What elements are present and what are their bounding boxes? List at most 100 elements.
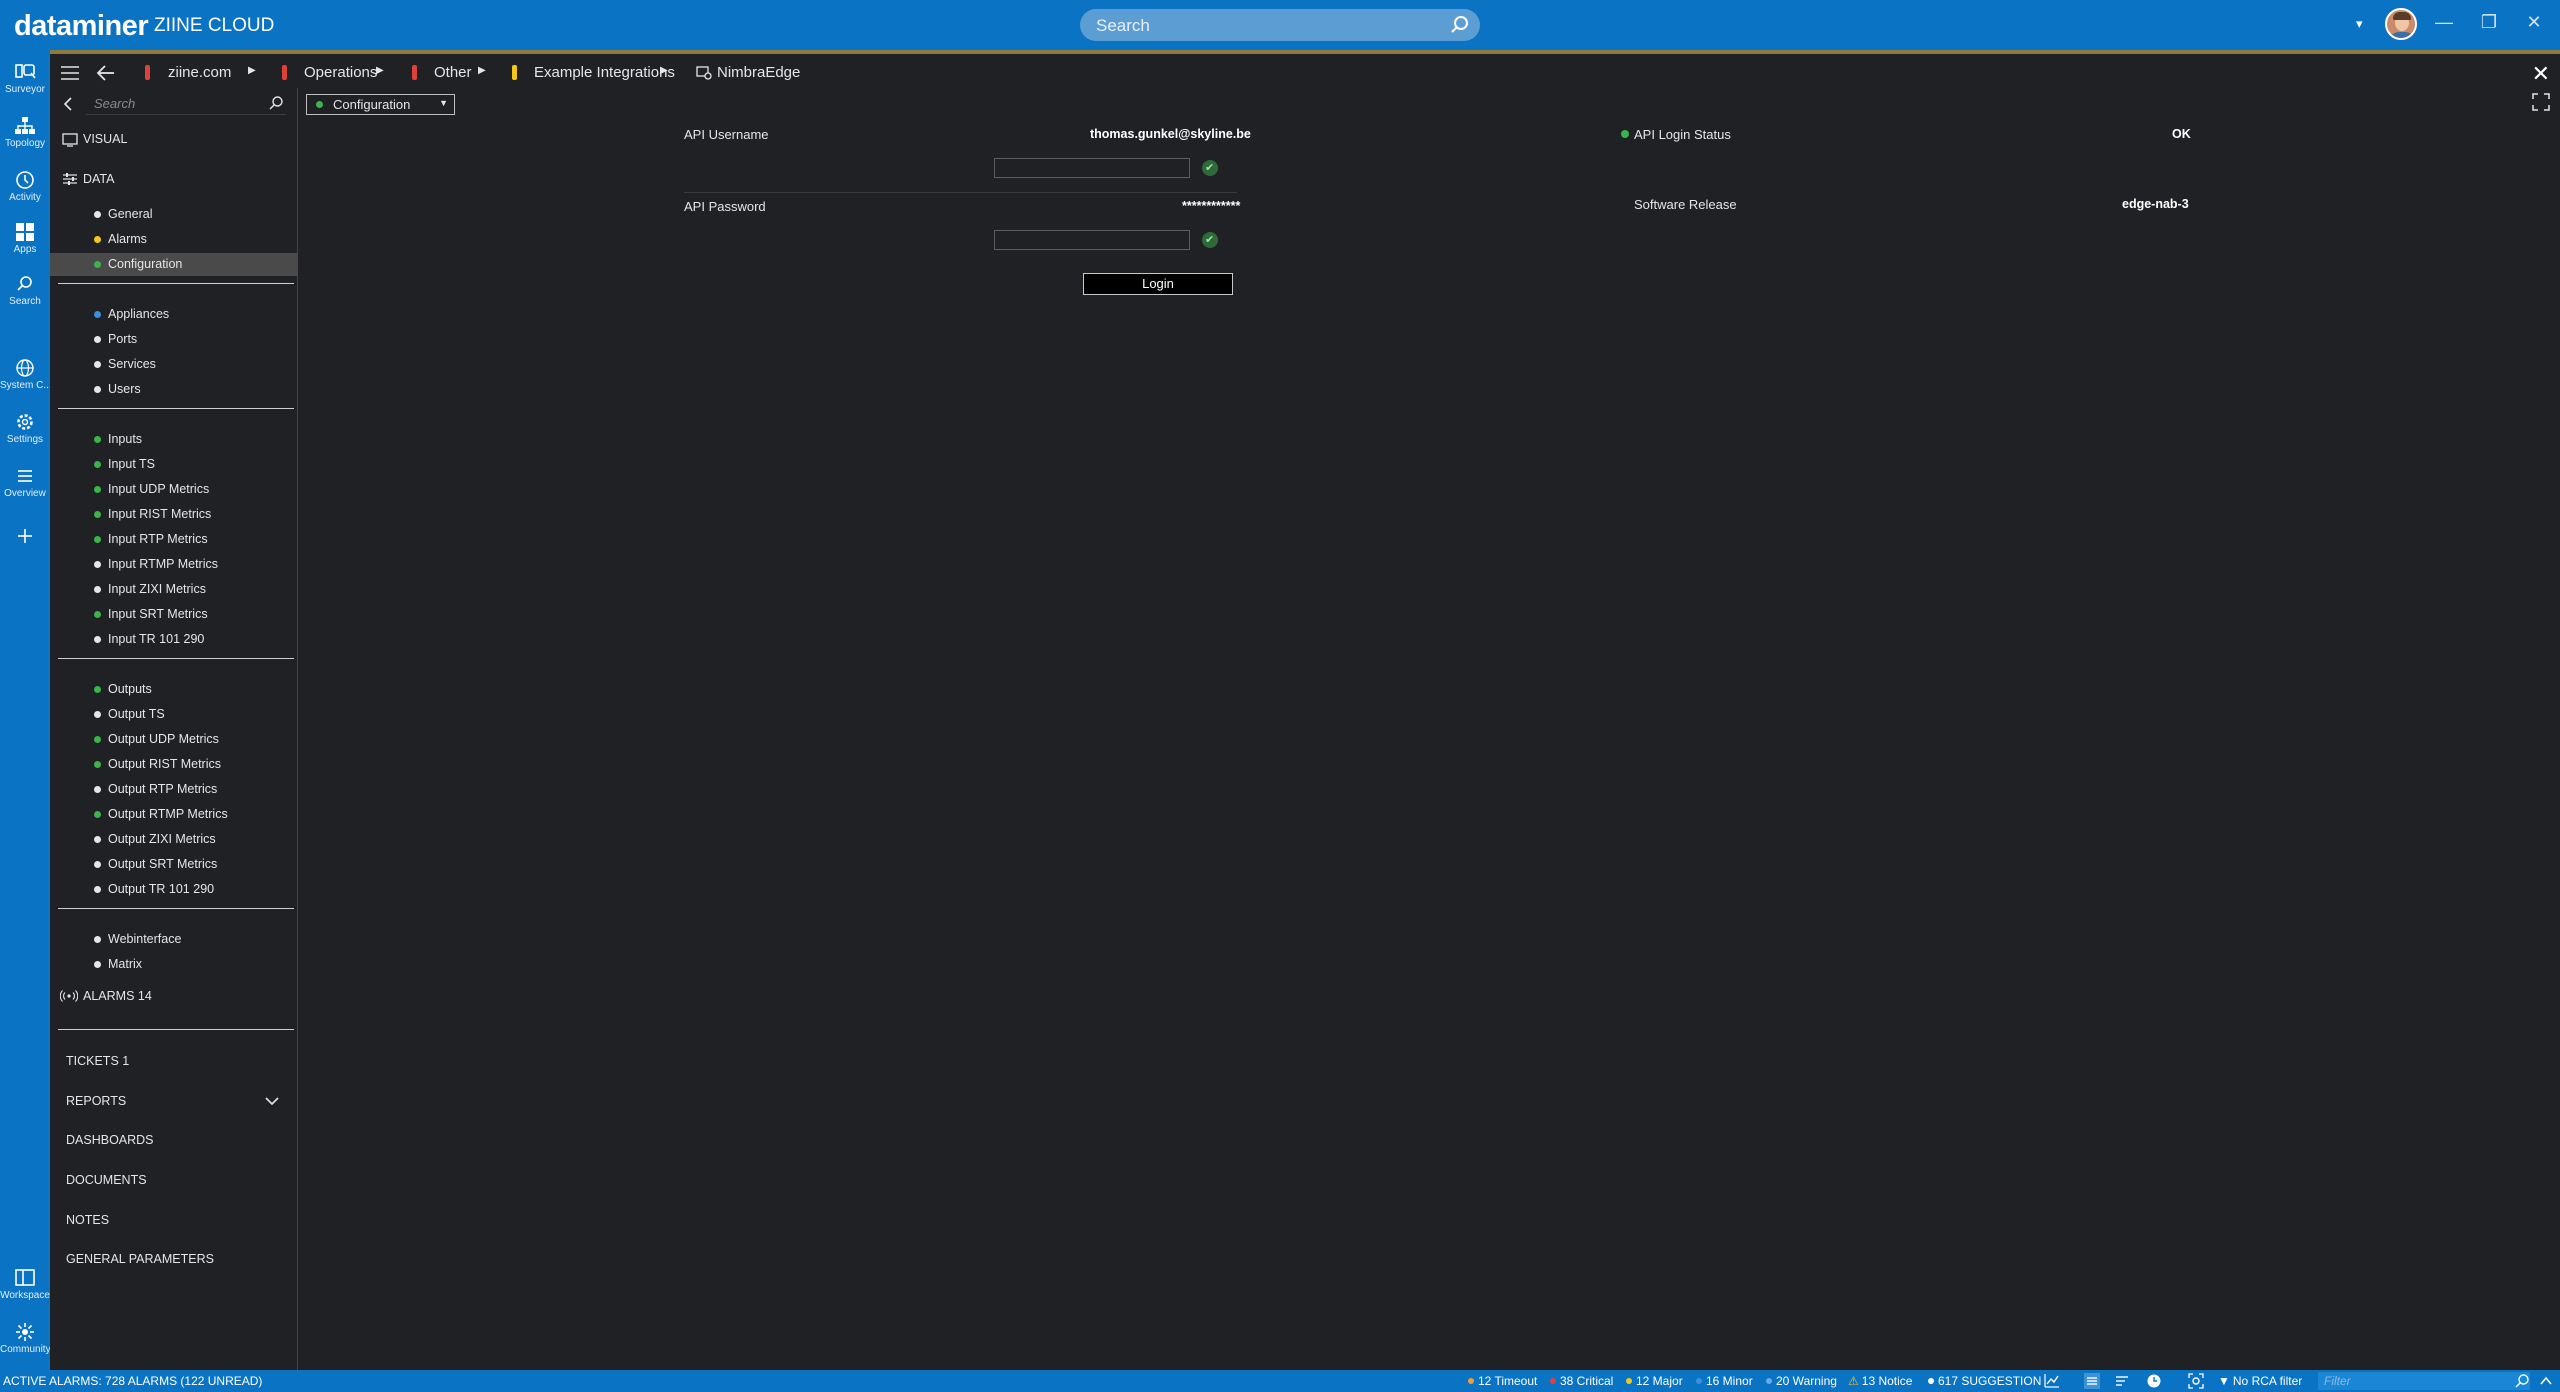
sidepanel-visual[interactable]: VISUAL [83, 132, 127, 146]
page-selector-dropdown[interactable]: Configuration ▼ [306, 94, 455, 115]
chevron-up-icon[interactable] [2538, 1373, 2554, 1389]
set-password-check-icon[interactable]: ✔ [1202, 232, 1218, 248]
sidepanel-item-outputs[interactable]: Outputs [94, 682, 152, 696]
sidepanel-item-input-rist-metrics[interactable]: Input RIST Metrics [94, 507, 212, 521]
rail-community[interactable]: Community [0, 1316, 50, 1368]
count-critical[interactable]: 38 Critical [1550, 1374, 1613, 1388]
fullscreen-icon[interactable] [2532, 93, 2550, 111]
status-dot [94, 536, 101, 543]
sidepanel-item-services[interactable]: Services [94, 357, 156, 371]
count-timeout[interactable]: 12 Timeout [1468, 1374, 1537, 1388]
sidepanel-item-alarms[interactable]: Alarms [94, 232, 147, 246]
sidepanel-alarms[interactable]: ALARMS 14 [83, 989, 152, 1003]
sidepanel-search-input[interactable]: Search [86, 93, 286, 115]
rail-system-center[interactable]: System C... [0, 352, 50, 404]
rail-activity[interactable]: Activity [0, 164, 50, 216]
status-dot [94, 236, 101, 243]
rail-settings[interactable]: Settings [0, 406, 50, 458]
plus-icon [18, 529, 32, 543]
search-icon[interactable] [268, 95, 284, 111]
restore-button[interactable]: ❐ [2477, 12, 2501, 33]
sidepanel-item-ports[interactable]: Ports [94, 332, 137, 346]
sidepanel-item-input-rtp-metrics[interactable]: Input RTP Metrics [94, 532, 208, 546]
warning-triangle-icon: ⚠ [1848, 1374, 1859, 1388]
collapse-chevron-left-icon[interactable] [62, 96, 74, 112]
sidepanel-reports[interactable]: REPORTS [66, 1094, 126, 1108]
count-suggestion[interactable]: 617 SUGGESTION [1928, 1374, 2041, 1388]
sidepanel-tickets[interactable]: TICKETS 1 [66, 1054, 129, 1068]
set-username-check-icon[interactable]: ✔ [1202, 160, 1218, 176]
sidepanel-item-label: Input RIST Metrics [108, 507, 212, 521]
sidepanel-item-output-udp-metrics[interactable]: Output UDP Metrics [94, 732, 219, 746]
sidepanel-item-webinterface[interactable]: Webinterface [94, 932, 181, 946]
rail-add[interactable] [0, 520, 50, 572]
statusbar-filter-input[interactable]: Filter [2318, 1372, 2530, 1390]
breadcrumb-item-example-integrations[interactable]: Example Integrations [534, 64, 675, 81]
sidepanel-item-input-tr-101-290[interactable]: Input TR 101 290 [94, 632, 204, 646]
active-alarms-summary[interactable]: ACTIVE ALARMS: 728 ALARMS (122 UNREAD) [3, 1374, 262, 1388]
focus-icon[interactable] [2188, 1373, 2204, 1389]
hamburger-menu-icon[interactable] [60, 65, 80, 81]
clock-icon[interactable] [2146, 1373, 2162, 1389]
sidepanel-item-appliances[interactable]: Appliances [94, 307, 170, 321]
sidepanel-item-output-rist-metrics[interactable]: Output RIST Metrics [94, 757, 221, 771]
sidepanel-item-users[interactable]: Users [94, 382, 141, 396]
breadcrumb-flag [145, 65, 150, 80]
api-password-input[interactable] [994, 230, 1190, 250]
sidepanel-item-matrix[interactable]: Matrix [94, 957, 142, 971]
status-dot [94, 386, 101, 393]
sidepanel-item-output-tr-101-290[interactable]: Output TR 101 290 [94, 882, 214, 896]
sidepanel-documents[interactable]: DOCUMENTS [66, 1173, 147, 1187]
search-icon[interactable] [2514, 1373, 2530, 1389]
global-search-input[interactable]: Search [1080, 9, 1480, 41]
sidepanel-item-inputs[interactable]: Inputs [94, 432, 142, 446]
sidepanel-dashboards[interactable]: DASHBOARDS [66, 1133, 154, 1147]
rca-filter[interactable]: ▼ No RCA filter [2218, 1374, 2302, 1388]
breadcrumb-item-nimbraedge[interactable]: NimbraEdge [717, 64, 800, 81]
count-warning[interactable]: 20 Warning [1766, 1374, 1837, 1388]
count-major[interactable]: 12 Major [1626, 1374, 1683, 1388]
sidepanel-item-configuration[interactable]: Configuration [94, 257, 182, 271]
close-window-button[interactable]: ✕ [2522, 12, 2546, 33]
sidepanel-item-output-rtmp-metrics[interactable]: Output RTMP Metrics [94, 807, 228, 821]
rail-workspace[interactable]: Workspace [0, 1262, 50, 1314]
title-bar: dataminer ZIINE CLOUD Search ▾ — ❐ ✕ [0, 0, 2560, 50]
back-arrow-icon[interactable] [96, 64, 116, 82]
sidepanel-item-output-rtp-metrics[interactable]: Output RTP Metrics [94, 782, 217, 796]
sidepanel-item-output-srt-metrics[interactable]: Output SRT Metrics [94, 857, 217, 871]
rail-search[interactable]: Search [0, 268, 50, 320]
sidepanel-item-input-ts[interactable]: Input TS [94, 457, 155, 471]
chevron-down-icon[interactable] [264, 1096, 280, 1106]
trend-icon[interactable] [2044, 1373, 2060, 1389]
sidepanel-item-input-rtmp-metrics[interactable]: Input RTMP Metrics [94, 557, 218, 571]
sidepanel-general-parameters[interactable]: GENERAL PARAMETERS [66, 1252, 214, 1266]
sidepanel-item-input-zixi-metrics[interactable]: Input ZIXI Metrics [94, 582, 206, 596]
sort-icon[interactable] [2114, 1373, 2130, 1389]
sidepanel-item-general[interactable]: General [94, 207, 152, 221]
login-button[interactable]: Login [1083, 273, 1233, 295]
breadcrumb-item-other[interactable]: Other [434, 64, 472, 81]
api-username-input[interactable] [994, 158, 1190, 178]
rail-apps[interactable]: Apps [0, 216, 50, 268]
sidepanel-item-output-zixi-metrics[interactable]: Output ZIXI Metrics [94, 832, 216, 846]
rail-system-center-label: System C... [0, 380, 50, 391]
user-menu-caret-icon[interactable]: ▾ [2356, 16, 2363, 32]
sidepanel-item-input-udp-metrics[interactable]: Input UDP Metrics [94, 482, 209, 496]
avatar[interactable] [2385, 8, 2417, 40]
count-minor[interactable]: 16 Minor [1696, 1374, 1753, 1388]
minimize-button[interactable]: — [2432, 12, 2456, 33]
count-notice[interactable]: ⚠ 13 Notice [1848, 1374, 1912, 1388]
sidepanel-item-input-srt-metrics[interactable]: Input SRT Metrics [94, 607, 208, 621]
sidepanel-data[interactable]: DATA [83, 172, 114, 186]
list-view-icon[interactable] [2084, 1373, 2100, 1389]
sidepanel-item-output-ts[interactable]: Output TS [94, 707, 165, 721]
rail-topology[interactable]: Topology [0, 110, 50, 162]
rail-surveyor[interactable]: Surveyor [0, 56, 50, 108]
breadcrumb-item-operations[interactable]: Operations [304, 64, 377, 81]
breadcrumb-item-ziine[interactable]: ziine.com [168, 64, 231, 81]
close-card-button[interactable]: ✕ [2532, 61, 2550, 87]
rail-overview[interactable]: Overview [0, 460, 50, 512]
sidepanel-item-label: Appliances [108, 307, 170, 321]
search-icon[interactable] [1448, 13, 1472, 37]
sidepanel-notes[interactable]: NOTES [66, 1213, 109, 1227]
